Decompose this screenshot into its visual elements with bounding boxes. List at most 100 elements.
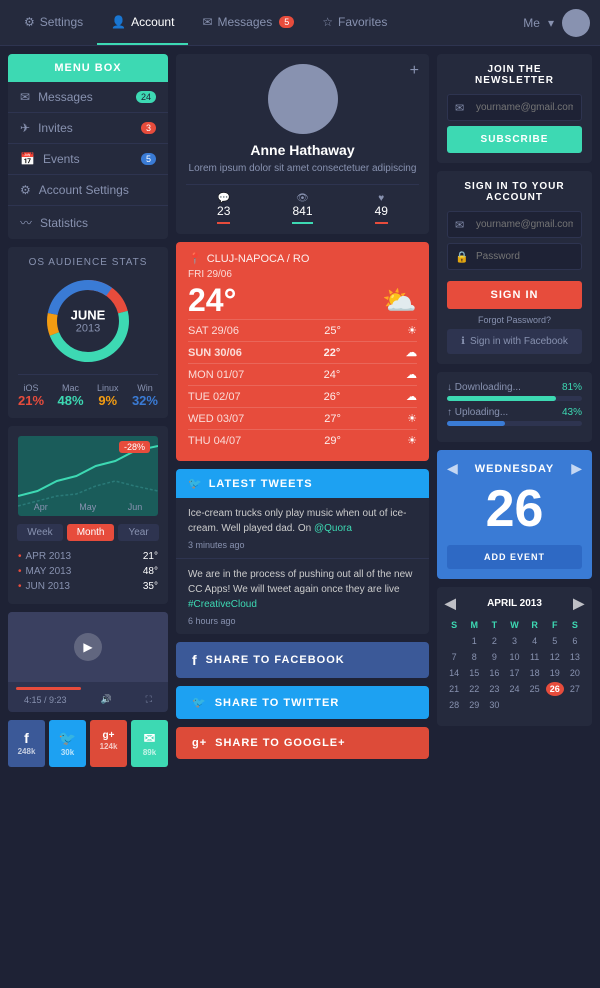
audience-stats-box: OS AUDIENCE STATS [8,247,168,418]
gear-icon: ⚙ [20,183,31,197]
facebook-count[interactable]: f 248k [8,720,45,767]
calendar-icon: 📅 [20,152,35,166]
download-box: ↓ Downloading... 81% ↑ Uploading... 43% [437,372,592,442]
forecast-thu: THU 04/07 29° ☀ [188,429,417,451]
events-count: 5 [141,153,156,165]
menu-account-settings[interactable]: ⚙ Account Settings [8,175,168,206]
facebook-signin-button[interactable]: ℹ Sign in with Facebook [447,329,582,354]
mini-cal-next-button[interactable]: ▶ [573,595,584,612]
cloud-icon: ☁ [406,390,417,403]
profile-comments: 💬 23 [217,193,230,224]
tab-week[interactable]: Week [17,524,62,541]
legend-apr: •APR 2013 21° [18,549,158,564]
tweets-header: 🐦 LATEST TWEETS [176,469,429,498]
tweet-time-2: 6 hours ago [188,616,417,626]
profile-description: Lorem ipsum dolor sit amet consectetuer … [186,162,419,176]
profile-name: Anne Hathaway [186,142,419,158]
line-chart: -28% Apr May Jun [18,436,158,516]
menu-box: MENU BOX ✉ Messages 24 ✈ Invites 3 📅 Eve… [8,54,168,239]
signin-button[interactable]: SIGN IN [447,281,582,309]
today-cell[interactable]: 26 [546,682,564,696]
subscribe-button[interactable]: SUBSCRIBE [447,126,582,153]
cal-prev-button[interactable]: ◀ [447,460,458,477]
share-facebook-button[interactable]: f SHARE TO FACEBOOK [176,642,429,678]
googleplus-icon: g+ [192,737,207,749]
fullscreen-icon[interactable]: ⛶ [146,694,152,705]
profile-avatar [268,64,338,134]
email-count[interactable]: ✉ 89k [131,720,168,767]
main-content: MENU BOX ✉ Messages 24 ✈ Invites 3 📅 Eve… [0,46,600,775]
twitter-icon: 🐦 [192,696,207,709]
downloading-pct: 81% [562,382,582,393]
nav-settings-label: Settings [40,15,83,29]
forecast-sat: SAT 29/06 25° ☀ [188,319,417,341]
signin-email-input[interactable] [447,211,582,238]
add-event-button[interactable]: ADD EVENT [447,545,582,569]
nav-settings[interactable]: ⚙ Settings [10,0,97,45]
nav-favorites[interactable]: ☆ Favorites [308,0,401,45]
middle-column: + Anne Hathaway Lorem ipsum dolor sit am… [176,54,429,767]
share-googleplus-button[interactable]: g+ SHARE TO GOOGLE+ [176,727,429,759]
tweet-text-2: We are in the process of pushing out all… [188,567,417,612]
chart-box: -28% Apr May Jun Week Month Year •APR 20… [8,426,168,604]
stat-mac: Mac 48% [57,383,83,408]
tab-year[interactable]: Year [118,524,158,541]
audience-stats-title: OS AUDIENCE STATS [18,257,158,268]
tweets-box: 🐦 LATEST TWEETS Ice-cream trucks only pl… [176,469,429,634]
weather-main: 24° ⛅ [188,282,417,319]
time-tabs: Week Month Year [18,524,158,541]
nav-account[interactable]: 👤 Account [97,0,188,45]
nav-bar: ⚙ Settings 👤 Account ✉ Messages 5 ☆ Favo… [0,0,600,46]
star-icon: ☆ [322,15,333,29]
chart-icon: 〰 [20,214,32,231]
weather-icon: ⛅ [382,284,417,317]
tweet-item-1: Ice-cream trucks only play music when ou… [176,498,429,559]
volume-icon[interactable]: 🔊 [101,694,112,705]
email-icon: ✉ [135,730,164,747]
signin-box: SIGN IN TO YOUR ACCOUNT ✉ 🔒 SIGN IN Forg… [437,171,592,364]
uploading-pct: 43% [562,407,582,418]
downloading-item: ↓ Downloading... 81% [447,382,582,401]
uploading-progress-bar [447,421,582,426]
tab-month[interactable]: Month [67,524,115,541]
mini-cal-prev-button[interactable]: ◀ [445,595,456,612]
forgot-password-link[interactable]: Forgot Password? [447,315,582,325]
newsletter-email-input[interactable] [447,94,582,121]
donut-month: JUNE [71,308,106,323]
add-icon[interactable]: + [410,62,419,80]
cal-next-button[interactable]: ▶ [571,460,582,477]
upload-icon: ↑ [447,407,452,418]
location-icon: 📍 [188,252,202,265]
mail-icon: ✉ [202,15,212,29]
forecast-mon: MON 01/07 24° ☁ [188,363,417,385]
messages-badge: 5 [279,16,294,28]
nav-account-label: Account [131,15,174,29]
info-icon: ℹ [461,336,465,347]
sun-icon: ☀ [407,412,417,425]
invites-count: 3 [141,122,156,134]
sun-icon: ☀ [407,324,417,337]
legend-jun: •JUN 2013 35° [18,579,158,594]
stat-ios: iOS 21% [18,383,44,408]
nav-messages[interactable]: ✉ Messages 5 [188,0,308,45]
menu-events[interactable]: 📅 Events 5 [8,144,168,175]
stat-linux: Linux 9% [97,383,119,408]
menu-messages-label: Messages [38,90,93,104]
newsletter-box: JOIN THE NEWSLETTER ✉ SUBSCRIBE [437,54,592,163]
play-button[interactable]: ▶ [74,633,102,661]
user-icon: 👤 [111,15,126,29]
twitter-count[interactable]: 🐦 30k [49,720,86,767]
weather-date: FRI 29/06 [188,269,417,280]
video-current-time: 4:15 [24,695,42,705]
share-twitter-button[interactable]: 🐦 SHARE TO TWITTER [176,686,429,719]
googleplus-count[interactable]: g+ 124k [90,720,127,767]
lock-icon: 🔒 [455,250,469,263]
menu-messages[interactable]: ✉ Messages 24 [8,82,168,113]
mail-icon: ✉ [455,218,464,231]
menu-invites[interactable]: ✈ Invites 3 [8,113,168,144]
nav-user[interactable]: Me ▾ [523,9,590,37]
mini-cal-month: APRIL 2013 [487,598,542,609]
menu-statistics[interactable]: 〰 Statistics [8,206,168,239]
mail-icon: ✉ [20,90,30,104]
video-progress-bar[interactable] [16,687,160,690]
